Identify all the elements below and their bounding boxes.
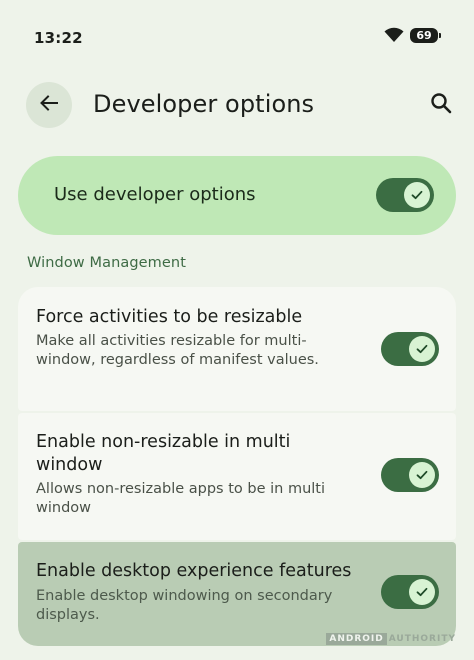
switch-thumb bbox=[409, 336, 435, 362]
back-button[interactable] bbox=[26, 82, 72, 128]
setting-title: Enable desktop experience features bbox=[36, 561, 352, 581]
setting-title: Enable non-resizable in multi window bbox=[36, 432, 291, 475]
search-button[interactable] bbox=[426, 90, 456, 120]
switch-thumb bbox=[409, 462, 435, 488]
battery-level: 69 bbox=[416, 28, 432, 42]
setting-title: Force activities to be resizable bbox=[36, 307, 303, 327]
non-resizable-multi-window-switch[interactable] bbox=[381, 458, 439, 492]
check-icon bbox=[415, 468, 429, 482]
arrow-back-icon bbox=[39, 93, 59, 117]
section-header-window-management: Window Management bbox=[27, 255, 186, 271]
use-developer-options-card[interactable]: Use developer options bbox=[18, 156, 456, 235]
use-developer-options-label: Use developer options bbox=[54, 184, 256, 205]
watermark-box: ANDROID bbox=[326, 633, 387, 645]
status-bar: 13:22 69 bbox=[0, 0, 474, 76]
status-icons: 69 bbox=[384, 27, 441, 43]
check-icon bbox=[410, 188, 424, 202]
setting-force-resizable[interactable]: Force activities to be resizable Make al… bbox=[18, 287, 456, 411]
watermark-text: AUTHORITY bbox=[388, 634, 456, 644]
switch-thumb bbox=[409, 579, 435, 605]
setting-non-resizable-multi-window[interactable]: Enable non-resizable in multi window All… bbox=[18, 413, 456, 540]
setting-summary: Make all activities resizable for multi-… bbox=[36, 333, 319, 368]
app-bar: Developer options bbox=[0, 76, 474, 140]
page-title: Developer options bbox=[93, 90, 315, 118]
setting-summary: Enable desktop windowing on secondary di… bbox=[36, 588, 333, 623]
wifi-icon bbox=[384, 27, 404, 43]
status-time: 13:22 bbox=[34, 29, 83, 47]
search-icon bbox=[430, 92, 452, 118]
use-developer-options-switch[interactable] bbox=[376, 178, 434, 212]
setting-summary: Allows non-resizable apps to be in multi… bbox=[36, 481, 326, 516]
battery-icon: 69 bbox=[410, 27, 441, 43]
force-resizable-switch[interactable] bbox=[381, 332, 439, 366]
switch-thumb bbox=[404, 182, 430, 208]
watermark: ANDROID AUTHORITY bbox=[326, 633, 456, 645]
setting-desktop-experience[interactable]: Enable desktop experience features Enabl… bbox=[18, 542, 456, 646]
desktop-experience-switch[interactable] bbox=[381, 575, 439, 609]
check-icon bbox=[415, 342, 429, 356]
check-icon bbox=[415, 585, 429, 599]
